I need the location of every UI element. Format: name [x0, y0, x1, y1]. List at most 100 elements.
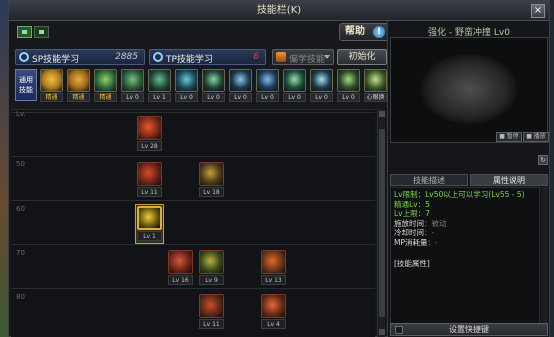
info-line: 冷却时间：-	[394, 228, 536, 238]
skill-icon	[199, 162, 224, 186]
skill-filter-dropdown[interactable]: 偏学技能	[272, 49, 334, 65]
info-value: ：-	[424, 228, 435, 237]
preview-emblem-icon	[421, 54, 517, 124]
skill-icon	[94, 69, 117, 92]
general-skill-slot[interactable]: Lv 0	[310, 69, 333, 103]
skill-level-label: Lv 4	[261, 319, 286, 329]
tree-skill-slot[interactable]: Lv 16	[168, 250, 193, 286]
skill-icon	[40, 69, 63, 92]
general-skill-slot[interactable]: 精通	[40, 69, 63, 103]
tree-skill-slot[interactable]: Lv 4	[261, 294, 286, 330]
preview-play-button[interactable]: ■ 播放	[523, 132, 549, 142]
level-row-divider	[11, 288, 375, 289]
scroll-thumb[interactable]	[379, 129, 385, 317]
general-skill-slot[interactable]: Lv 0	[256, 69, 279, 103]
skill-icon	[256, 69, 279, 92]
skill-icon	[199, 250, 224, 274]
skill-icon	[175, 69, 198, 92]
info-value: ：-	[427, 237, 438, 247]
info-line: Lv限制：Lv50以上可以学习(Lv55 - 5)	[394, 190, 536, 200]
info-line: Lv上限：7	[394, 209, 536, 219]
refresh-icon[interactable]: ↻	[538, 155, 548, 165]
general-skill-slot[interactable]: 精通	[94, 69, 117, 103]
general-skill-slot[interactable]: 心眼换	[364, 69, 387, 103]
tree-skill-slot[interactable]: Lv 9	[199, 250, 224, 286]
close-button[interactable]: ×	[531, 4, 545, 18]
tree-skill-slot[interactable]: Lv 11	[137, 162, 162, 198]
level-label: 60	[16, 205, 25, 213]
level-row-divider	[11, 156, 375, 157]
skill-level-label: Lv 1	[137, 231, 162, 241]
skill-attribute-heading: [技能属性]	[394, 259, 430, 268]
view-toggle-grid-icon[interactable]	[34, 26, 49, 38]
skill-preview	[390, 37, 548, 143]
skill-level-label: Lv 0	[310, 93, 333, 102]
skill-level-label: 心眼换	[364, 93, 387, 102]
tp-ring-icon	[153, 52, 163, 62]
scroll-up-icon[interactable]	[379, 111, 385, 117]
skill-icon	[168, 250, 193, 274]
general-skill-bar: 通用技能 精通 精通 精通 Lv 0 Lv 1 Lv 0 Lv 0 Lv 0 Lv 0 Lv 0L…	[11, 69, 387, 105]
skill-icon	[229, 69, 252, 92]
chevron-down-icon	[324, 55, 330, 59]
skill-level-label: Lv 9	[199, 275, 224, 285]
skill-level-label: Lv 11	[137, 187, 162, 197]
skill-icon	[202, 69, 225, 92]
tree-skill-slot[interactable]: Lv 28	[137, 116, 162, 152]
tab-skill-description[interactable]: 技能描述	[390, 174, 468, 186]
skill-icon	[283, 69, 306, 92]
general-skill-slot[interactable]: Lv 0	[202, 69, 225, 103]
info-line: 精通Lv：5	[394, 200, 536, 210]
general-skill-slot[interactable]: Lv 1	[148, 69, 171, 103]
tree-skill-slot[interactable]: Lv 1	[135, 204, 164, 244]
set-keybind-button[interactable]: 设置快捷键	[390, 323, 548, 336]
preview-pause-button[interactable]: ■ 暂停	[496, 132, 522, 142]
scroll-down-icon[interactable]	[379, 329, 385, 335]
general-skill-slot[interactable]: Lv 0	[121, 69, 144, 103]
tree-skill-slot[interactable]: Lv 13	[261, 250, 286, 286]
tree-skill-slot[interactable]: Lv 11	[199, 294, 224, 330]
sp-points-box: SP技能学习 2885	[15, 49, 145, 65]
skill-level-label: Lv 0	[337, 93, 360, 102]
skill-icon	[261, 250, 286, 274]
tree-skill-slot[interactable]: Lv 18	[199, 162, 224, 198]
title-bar[interactable]: 技能栏(K) ×	[9, 1, 549, 21]
background-left-edge	[0, 0, 8, 337]
help-label: 帮助	[345, 26, 365, 37]
sp-ring-icon	[19, 52, 29, 62]
checkbox-icon[interactable]	[395, 326, 403, 334]
skill-icon	[148, 69, 171, 92]
info-key: 施放时间	[394, 218, 424, 228]
skill-level-label: 精通	[94, 93, 117, 102]
skill-icon	[337, 69, 360, 92]
skill-level-label: Lv 0	[283, 93, 306, 102]
skill-level-label: 精通	[40, 93, 63, 102]
info-scrollbar[interactable]	[542, 187, 548, 327]
skill-level-label: Lv 13	[261, 275, 286, 285]
level-label: 80	[16, 293, 25, 301]
general-skill-slot[interactable]: Lv 0	[175, 69, 198, 103]
level-label: 70	[16, 249, 25, 257]
skill-window: 技能栏(K) × 帮助 ! SP技能学习 2885 TP技能学习 6 偏学技能 …	[8, 0, 550, 337]
tree-scrollbar[interactable]	[377, 109, 385, 337]
tab-attribute-info[interactable]: 属性说明	[470, 174, 548, 186]
skill-icon	[199, 294, 224, 318]
info-key: 冷却时间	[394, 228, 424, 237]
general-skill-slot[interactable]: Lv 0	[337, 69, 360, 103]
tp-value: 6	[253, 52, 259, 62]
initialize-button[interactable]: 初始化	[337, 49, 387, 65]
general-skill-slot[interactable]: Lv 0	[283, 69, 306, 103]
attribute-info-box: Lv限制：Lv50以上可以学习(Lv55 - 5) 精通Lv：5 Lv上限：7 施放时…	[390, 187, 540, 327]
skill-icon	[67, 69, 90, 92]
level-row-divider	[11, 244, 375, 245]
tp-points-box: TP技能学习 6	[149, 49, 266, 65]
general-skill-slot[interactable]: 精通	[67, 69, 90, 103]
filter-label: 偏学技能	[289, 55, 326, 65]
view-toggle-skill-icon[interactable]	[17, 26, 32, 38]
general-skill-slot[interactable]: Lv 0	[229, 69, 252, 103]
help-button[interactable]: 帮助 !	[339, 23, 389, 41]
level-label: 50	[16, 160, 25, 168]
info-key: MP消耗量	[394, 237, 428, 247]
info-key: Lv上限	[394, 209, 418, 218]
skill-level-label: Lv 28	[137, 141, 162, 151]
